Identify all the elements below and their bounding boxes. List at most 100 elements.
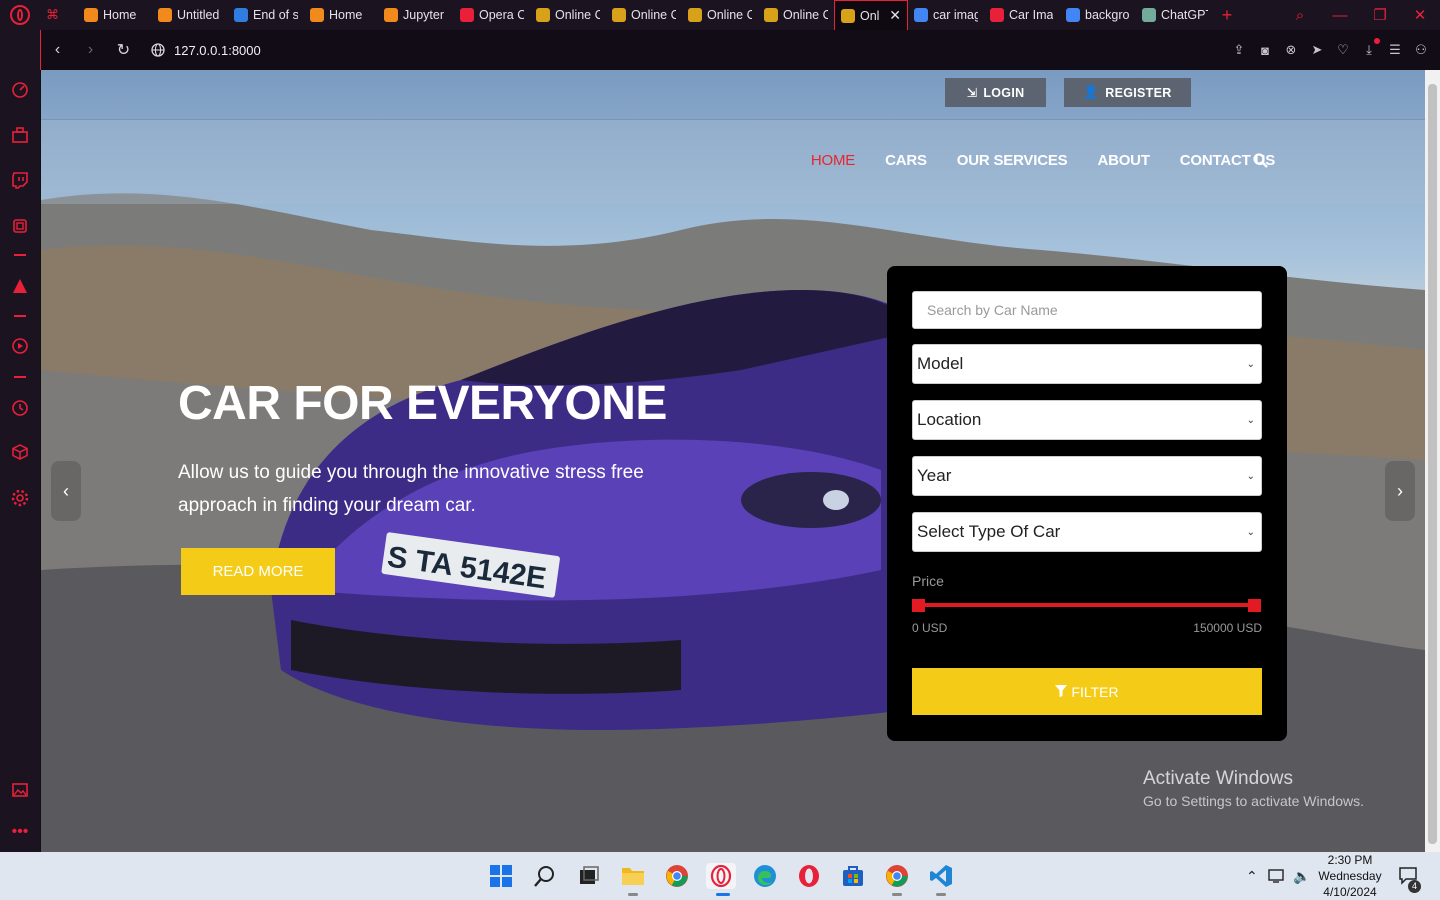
year-select[interactable]: Year ⌄ bbox=[912, 456, 1262, 496]
reload-button[interactable]: ↻ bbox=[107, 40, 140, 60]
search-icon[interactable] bbox=[1253, 153, 1268, 173]
extensions-cube-icon[interactable] bbox=[10, 442, 30, 462]
site-info-icon[interactable] bbox=[148, 40, 168, 60]
new-tab-button[interactable]: + bbox=[1214, 5, 1240, 26]
windows-taskbar: ⌃ 🔈 2:30 PM Wednesday 4/10/2024 4 bbox=[0, 852, 1440, 900]
nav-item-home[interactable]: HOME bbox=[811, 152, 855, 169]
download-icon[interactable]: ⤓ bbox=[1356, 38, 1382, 58]
opera-gx-corner-tab[interactable]: ⌘ bbox=[40, 0, 78, 30]
profile-icon[interactable]: ⚇ bbox=[1408, 42, 1434, 58]
price-max-handle[interactable] bbox=[1248, 599, 1261, 612]
snapshot-icon[interactable]: ◙ bbox=[1252, 43, 1278, 58]
back-button[interactable]: ‹ bbox=[41, 41, 74, 59]
browser-tab[interactable]: Home bbox=[78, 0, 152, 30]
minimize-button[interactable]: — bbox=[1320, 7, 1360, 24]
chevron-down-icon: ⌄ bbox=[1246, 470, 1255, 482]
opera-menu-icon[interactable] bbox=[0, 0, 40, 30]
aria-ai-icon[interactable] bbox=[10, 276, 30, 296]
twitch-icon[interactable] bbox=[10, 170, 30, 190]
price-label: Price bbox=[912, 573, 944, 589]
browser-tab[interactable]: Opera C bbox=[454, 0, 530, 30]
share-icon[interactable]: ⇪ bbox=[1226, 42, 1252, 58]
chrome-icon[interactable] bbox=[664, 863, 690, 889]
gx-corner-icon[interactable] bbox=[10, 125, 30, 145]
price-range-track[interactable] bbox=[918, 603, 1254, 607]
chrome-profile-icon[interactable] bbox=[884, 863, 910, 896]
browser-tab[interactable]: ChatGPT bbox=[1136, 0, 1214, 30]
price-max-value: 150000 USD bbox=[1193, 621, 1262, 635]
browser-tab[interactable]: Online C bbox=[682, 0, 758, 30]
easy-setup-icon[interactable]: ☰ bbox=[1382, 42, 1408, 58]
opera-icon[interactable] bbox=[796, 863, 822, 889]
tab-label: End of s bbox=[253, 8, 298, 22]
browser-tab[interactable]: car imag bbox=[908, 0, 984, 30]
location-select[interactable]: Location ⌄ bbox=[912, 400, 1262, 440]
wallpaper-icon[interactable] bbox=[10, 780, 30, 800]
browser-tab[interactable]: Home bbox=[304, 0, 378, 30]
search-tabs-icon[interactable]: ⌕ bbox=[1280, 7, 1320, 24]
carousel-next-button[interactable]: › bbox=[1385, 461, 1415, 521]
gx-control-icon[interactable] bbox=[10, 216, 30, 236]
sidebar-separator bbox=[14, 376, 26, 378]
login-button[interactable]: ⇲ LOGIN bbox=[945, 78, 1046, 107]
windows-start-icon[interactable] bbox=[488, 863, 514, 889]
opera-gx-taskbar-icon[interactable] bbox=[706, 863, 736, 896]
show-hidden-icons-chevron-up-icon[interactable]: ⌃ bbox=[1246, 852, 1258, 900]
chevron-down-icon: ⌄ bbox=[1246, 358, 1255, 370]
filter-button[interactable]: FILTER bbox=[912, 668, 1262, 715]
car-type-select[interactable]: Select Type Of Car ⌄ bbox=[912, 512, 1262, 552]
tab-favicon-icon bbox=[460, 8, 474, 22]
browser-tab[interactable]: Online C bbox=[530, 0, 606, 30]
model-select[interactable]: Model ⌄ bbox=[912, 344, 1262, 384]
user-plus-icon: 👤 bbox=[1083, 85, 1100, 99]
browser-tab[interactable]: Jupyter bbox=[378, 0, 454, 30]
browser-tab-bar: ⌘ Home Untitled End of s Home Jupyter Opera C… bbox=[0, 0, 1440, 30]
browser-tab[interactable]: Untitled bbox=[152, 0, 228, 30]
browser-tab[interactable]: Online C bbox=[758, 0, 834, 30]
carousel-prev-button[interactable]: ‹ bbox=[51, 461, 81, 521]
send-icon[interactable]: ➤ bbox=[1304, 42, 1330, 58]
tab-favicon-icon bbox=[84, 8, 98, 22]
page-scrollbar[interactable] bbox=[1425, 70, 1440, 852]
car-name-search-input[interactable]: Search by Car Name bbox=[912, 291, 1262, 329]
notification-center-icon[interactable]: 4 bbox=[1398, 852, 1421, 900]
edge-icon[interactable] bbox=[752, 863, 778, 889]
gamepad-icon: ⌘ bbox=[46, 7, 59, 22]
vscode-icon[interactable] bbox=[928, 863, 954, 896]
browser-tab[interactable]: End of s bbox=[228, 0, 304, 30]
tab-label: Online C bbox=[707, 8, 752, 22]
clock[interactable]: 2:30 PM Wednesday 4/10/2024 bbox=[1312, 852, 1388, 900]
register-button[interactable]: 👤 REGISTER bbox=[1064, 78, 1191, 107]
microsoft-store-icon[interactable] bbox=[840, 863, 866, 889]
forward-button[interactable]: › bbox=[74, 41, 107, 59]
nav-item-about[interactable]: ABOUT bbox=[1097, 152, 1150, 169]
bookmark-heart-icon[interactable]: ♡ bbox=[1330, 42, 1356, 58]
car-filter-panel: Search by Car Name Model ⌄ Location ⌄ Year… bbox=[887, 266, 1287, 741]
history-icon[interactable] bbox=[10, 398, 30, 418]
player-icon[interactable] bbox=[10, 336, 30, 356]
more-options-icon[interactable]: ••• bbox=[10, 822, 30, 842]
settings-gear-icon[interactable] bbox=[10, 488, 30, 508]
nav-item-our-services[interactable]: OUR SERVICES bbox=[957, 152, 1068, 169]
file-explorer-icon[interactable] bbox=[620, 863, 646, 896]
maximize-button[interactable]: ❐ bbox=[1360, 6, 1400, 24]
task-view-icon[interactable] bbox=[576, 863, 602, 889]
nav-item-cars[interactable]: CARS bbox=[885, 152, 927, 169]
browser-tab[interactable]: Online C bbox=[606, 0, 682, 30]
network-icon[interactable] bbox=[1268, 852, 1286, 900]
tab-strip: Home Untitled End of s Home Jupyter Opera C On… bbox=[78, 0, 1214, 30]
close-tab-icon[interactable]: ✕ bbox=[889, 7, 901, 24]
read-more-button[interactable]: READ MORE bbox=[181, 548, 335, 595]
speed-dial-icon[interactable] bbox=[10, 80, 30, 100]
search-icon[interactable] bbox=[532, 863, 558, 889]
browser-tab[interactable]: Car Ima bbox=[984, 0, 1060, 30]
browser-tab[interactable]: backgro bbox=[1060, 0, 1136, 30]
close-window-button[interactable]: ✕ bbox=[1400, 6, 1440, 24]
price-min-handle[interactable] bbox=[912, 599, 925, 612]
scrollbar-thumb[interactable] bbox=[1428, 84, 1437, 844]
url-field[interactable]: 127.0.0.1:8000 bbox=[174, 43, 261, 58]
adblock-icon[interactable]: ⊗ bbox=[1278, 42, 1304, 58]
browser-tab[interactable]: Onli ✕ bbox=[834, 0, 908, 30]
volume-icon[interactable]: 🔈 bbox=[1293, 852, 1310, 900]
window-controls: ⌕ — ❐ ✕ bbox=[1280, 0, 1440, 30]
